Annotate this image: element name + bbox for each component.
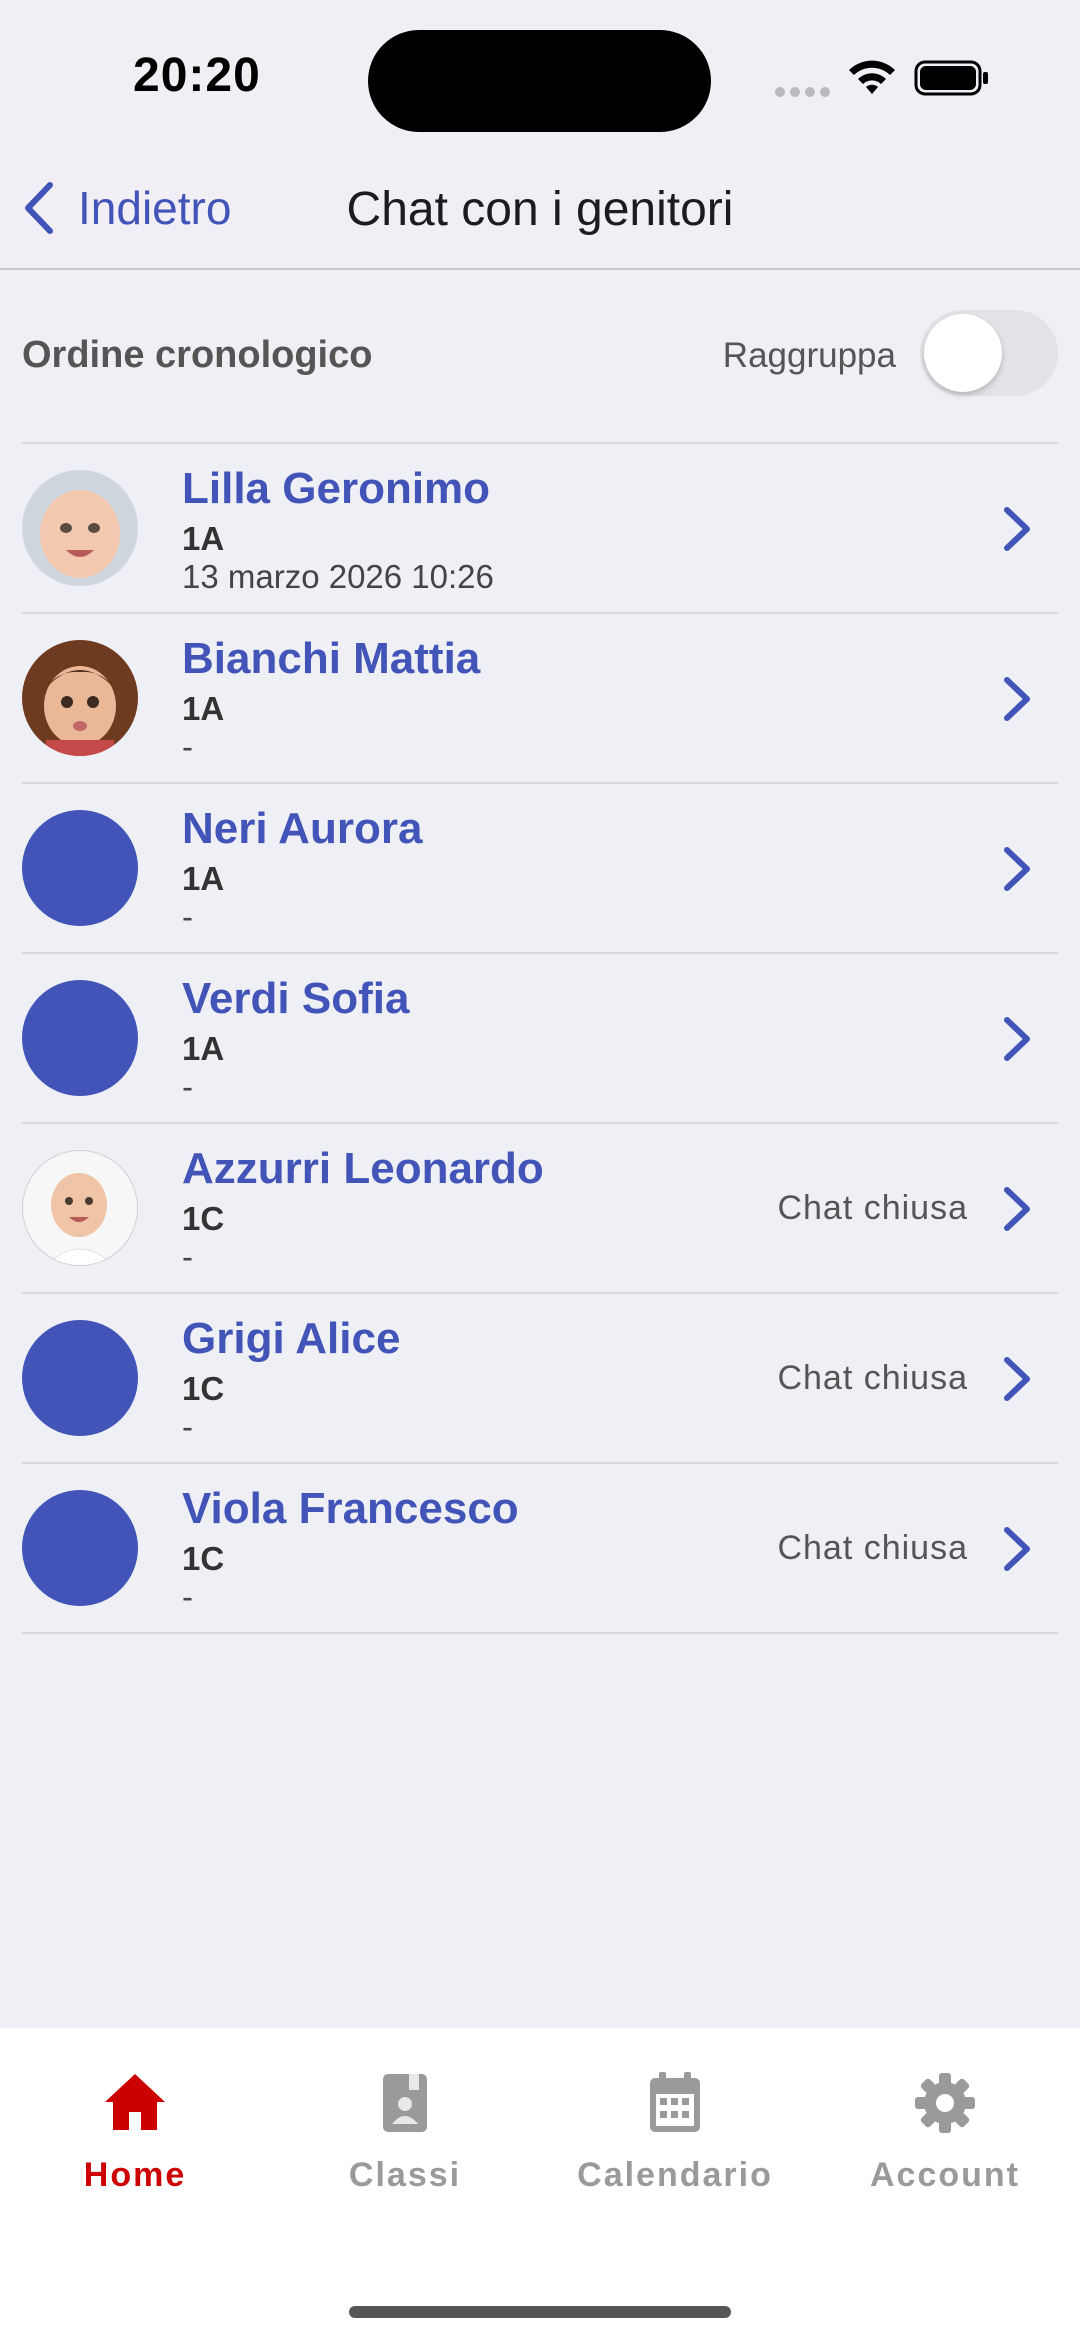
group-toggle-label: Raggruppa bbox=[722, 336, 896, 375]
tab-label: Calendario bbox=[577, 2156, 773, 2194]
chat-row-last-message: - bbox=[182, 1068, 193, 1105]
chevron-right-icon bbox=[1004, 847, 1030, 891]
home-icon bbox=[105, 2074, 165, 2130]
chat-row[interactable]: Bianchi Mattia 1A - bbox=[22, 614, 1058, 784]
battery-icon bbox=[914, 60, 988, 96]
chat-row-class: 1C bbox=[182, 1370, 225, 1407]
chevron-right-icon bbox=[1004, 677, 1030, 721]
chat-row-class: 1A bbox=[182, 1030, 225, 1067]
cellular-signal-icon bbox=[775, 87, 831, 97]
status-bar: 20:20 bbox=[0, 0, 1080, 160]
chat-row[interactable]: Viola Francesco 1C - Chat chiusa bbox=[22, 1464, 1058, 1634]
class-book-icon bbox=[383, 2074, 427, 2132]
page-title: Chat con i genitori bbox=[346, 183, 734, 236]
chevron-right-icon bbox=[1004, 1187, 1030, 1231]
avatar-baby-photo bbox=[22, 470, 138, 586]
chat-row-last-message: - bbox=[182, 728, 193, 765]
chat-row-last-message: - bbox=[182, 1578, 193, 1615]
chevron-right-icon bbox=[1004, 1527, 1030, 1571]
dynamic-island bbox=[368, 30, 711, 132]
toggle-knob bbox=[924, 314, 1002, 392]
chevron-right-icon bbox=[1004, 1017, 1030, 1061]
avatar-toddler-photo bbox=[22, 640, 138, 756]
chat-status-label: Chat chiusa bbox=[777, 1359, 968, 1397]
tab-classi[interactable]: Classi bbox=[270, 2068, 540, 2218]
chevron-right-icon bbox=[1004, 1357, 1030, 1401]
chat-row-class: 1A bbox=[182, 520, 225, 557]
chat-row-last-message: 13 marzo 2026 10:26 bbox=[182, 558, 494, 595]
gear-icon bbox=[915, 2073, 975, 2133]
chat-row-name: Neri Aurora bbox=[182, 804, 423, 853]
tab-home[interactable]: Home bbox=[0, 2068, 270, 2218]
chat-row-class: 1C bbox=[182, 1540, 225, 1577]
chat-list: Lilla Geronimo 1A 13 marzo 2026 10:26 Bi… bbox=[22, 442, 1058, 1634]
tab-label: Classi bbox=[348, 2156, 462, 2194]
navigation-bar: Indietro Chat con i genitori bbox=[0, 160, 1080, 270]
chat-row[interactable]: Grigi Alice 1C - Chat chiusa bbox=[22, 1294, 1058, 1464]
tab-account[interactable]: Account bbox=[810, 2068, 1080, 2218]
calendar-icon bbox=[650, 2072, 700, 2132]
chevron-right-icon bbox=[1004, 507, 1030, 551]
chat-row-name: Azzurri Leonardo bbox=[182, 1144, 544, 1193]
avatar-placeholder bbox=[22, 1490, 138, 1606]
avatar-baby-white-photo bbox=[22, 1150, 138, 1266]
avatar-placeholder bbox=[22, 980, 138, 1096]
chat-row-class: 1C bbox=[182, 1200, 225, 1237]
tab-label: Home bbox=[83, 2156, 187, 2194]
chat-row[interactable]: Azzurri Leonardo 1C - Chat chiusa bbox=[22, 1124, 1058, 1294]
chat-row[interactable]: Verdi Sofia 1A - bbox=[22, 954, 1058, 1124]
chat-row-last-message: - bbox=[182, 1238, 193, 1275]
status-time: 20:20 bbox=[133, 49, 261, 102]
home-indicator bbox=[349, 2306, 731, 2318]
wifi-icon bbox=[849, 60, 895, 94]
chat-row-last-message: - bbox=[182, 898, 193, 935]
chat-row[interactable]: Neri Aurora 1A - bbox=[22, 784, 1058, 954]
chat-row-class: 1A bbox=[182, 860, 225, 897]
chat-row[interactable]: Lilla Geronimo 1A 13 marzo 2026 10:26 bbox=[22, 444, 1058, 614]
tab-calendario[interactable]: Calendario bbox=[540, 2068, 810, 2218]
chat-status-label: Chat chiusa bbox=[777, 1189, 968, 1227]
avatar-placeholder bbox=[22, 1320, 138, 1436]
chat-row-name: Bianchi Mattia bbox=[182, 634, 481, 683]
chat-row-name: Viola Francesco bbox=[182, 1484, 519, 1533]
sort-order-label: Ordine cronologico bbox=[22, 334, 373, 376]
tab-label: Account bbox=[870, 2156, 1020, 2194]
chat-row-name: Lilla Geronimo bbox=[182, 464, 491, 513]
chat-row-name: Grigi Alice bbox=[182, 1314, 401, 1363]
chat-row-last-message: - bbox=[182, 1408, 193, 1445]
group-toggle[interactable] bbox=[920, 310, 1058, 396]
chat-row-name: Verdi Sofia bbox=[182, 974, 410, 1023]
sort-header: Ordine cronologico Raggruppa bbox=[22, 304, 1058, 404]
tab-bar: Home Classi Calendario Account bbox=[0, 2028, 1080, 2341]
avatar-placeholder bbox=[22, 810, 138, 926]
chat-row-class: 1A bbox=[182, 690, 225, 727]
chat-status-label: Chat chiusa bbox=[777, 1529, 968, 1567]
